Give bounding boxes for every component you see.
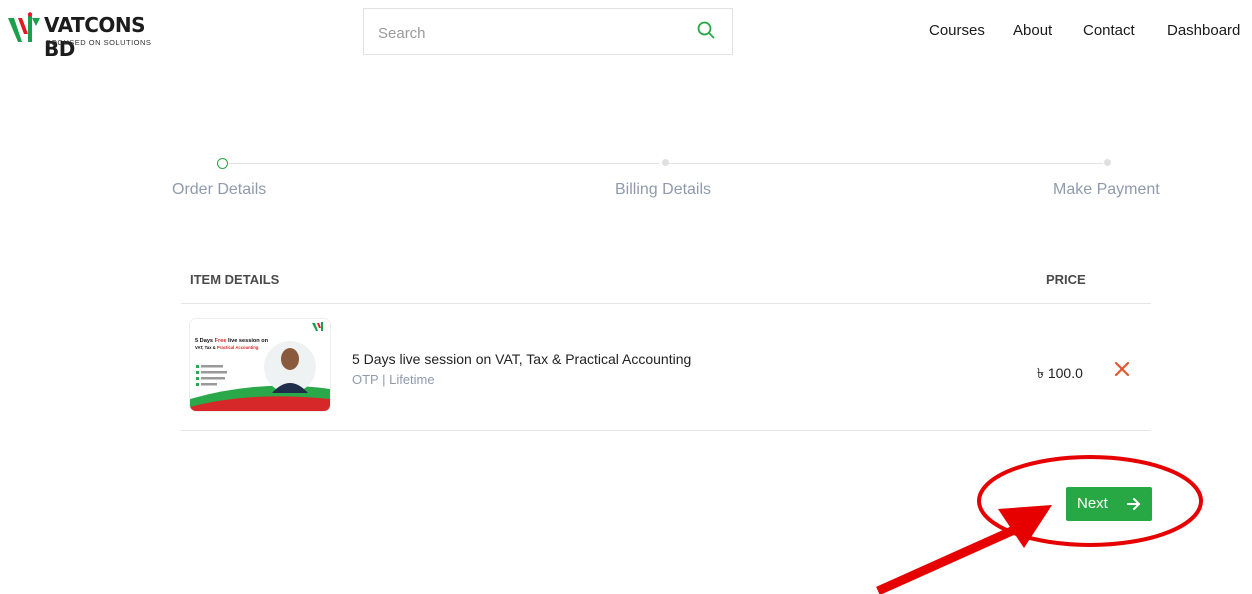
thumb-title-part: live session on [228, 338, 269, 344]
step-billing-details: Billing Details [615, 181, 712, 198]
stepper-line [229, 163, 659, 164]
search-icon[interactable] [697, 21, 715, 44]
annotation-arrow-shaft [876, 525, 1016, 594]
search-box [363, 8, 733, 55]
step-order-details: Order Details [172, 181, 267, 198]
search-input[interactable] [376, 21, 680, 45]
thumb-title-free: Free [215, 338, 227, 344]
annotation-overlay [876, 455, 1203, 594]
column-header-item: ITEM DETAILS [190, 272, 280, 287]
nav-courses[interactable]: Courses [929, 22, 985, 39]
table-divider [181, 430, 1151, 431]
arrow-right-icon [1127, 498, 1140, 510]
item-price: ৳ 100.0 [1037, 365, 1083, 381]
course-meta: OTP | Lifetime [352, 372, 435, 387]
svg-text:5 Days Free live s: 5 Days Free live session on [195, 338, 269, 344]
thumb-title-part: 5 Days [195, 338, 213, 344]
nav-about[interactable]: About [1013, 22, 1052, 39]
course-thumbnail: 5 Days Free live session on VAT, Tax & P… [190, 319, 330, 411]
nav-dashboard[interactable]: Dashboard [1167, 22, 1240, 39]
remove-item-button[interactable] [1113, 360, 1131, 378]
stepper-line [669, 163, 1103, 164]
thumb-title-highlight: Practical Accounting [217, 345, 259, 350]
step-active-indicator [217, 158, 228, 169]
logo-mark-icon [8, 12, 40, 42]
next-button[interactable]: Next [1066, 487, 1152, 521]
step-indicator [662, 159, 669, 166]
step-make-payment: Make Payment [1053, 181, 1160, 198]
brand-name: VATCONS BD [44, 13, 146, 61]
close-icon [1114, 361, 1130, 377]
table-divider [181, 303, 1151, 304]
next-button-label: Next [1077, 495, 1108, 512]
brand-tagline: FOCUSED ON SOLUTIONS [46, 38, 152, 47]
svg-text:VAT, Tax & Practical Acc: VAT, Tax & Practical Accounting [195, 345, 259, 350]
checkout-stepper: Order Details Billing Details Make Payme… [0, 150, 1252, 210]
thumb-title-part: VAT, Tax & [195, 345, 216, 350]
column-header-price: PRICE [1046, 272, 1086, 287]
course-title: 5 Days live session on VAT, Tax & Practi… [352, 351, 692, 367]
annotation-arrow-head [998, 505, 1052, 548]
nav-contact[interactable]: Contact [1083, 22, 1135, 39]
course-banner-image: 5 Days Free live session on VAT, Tax & P… [190, 319, 330, 411]
site-logo[interactable]: VATCONS BD FOCUSED ON SOLUTIONS [6, 12, 176, 61]
step-indicator [1104, 159, 1111, 166]
